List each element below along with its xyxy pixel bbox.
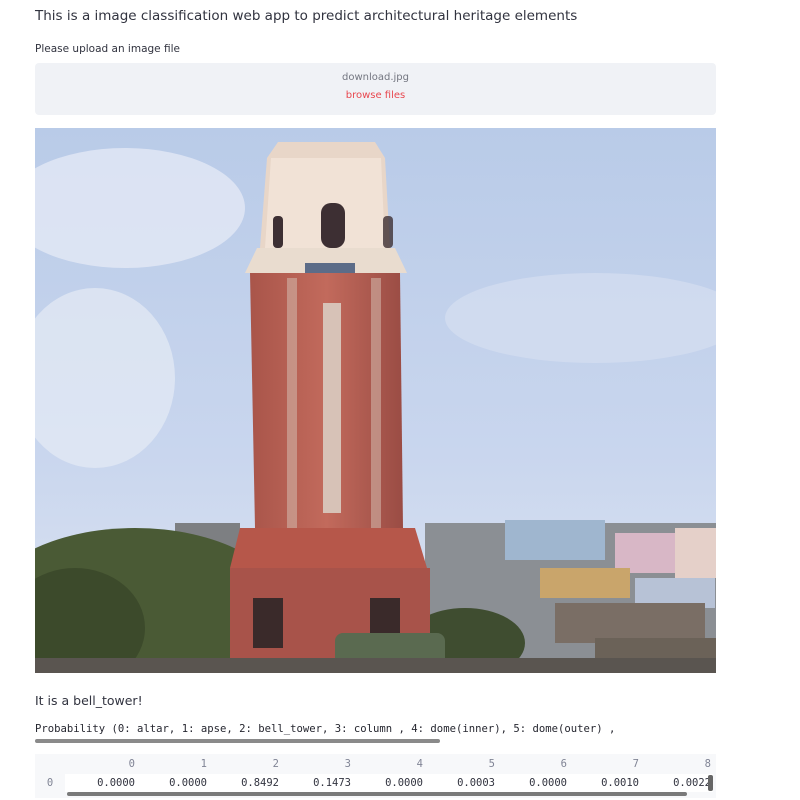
index-header — [35, 754, 65, 774]
uploaded-filename: download.jpg — [341, 72, 409, 83]
column-header: 7 — [632, 758, 639, 770]
bell-tower-photo — [35, 128, 716, 673]
browse-files-button[interactable]: browse files — [35, 90, 716, 101]
prediction-text: It is a bell_tower! — [35, 693, 143, 708]
table-cell: 0.0003 — [425, 774, 497, 792]
column-header: 0 — [128, 758, 135, 770]
table-header-row: 0 1 2 3 4 5 6 7 8 — [35, 754, 713, 774]
table-cell: 0.0000 — [353, 774, 425, 792]
column-header: 5 — [488, 758, 495, 770]
probability-table: 0 1 2 3 4 5 6 7 8 0 0.0000 0.0000 0.8492 — [35, 754, 716, 798]
table-cell: 0.0000 — [497, 774, 569, 792]
row-index: 0 — [35, 774, 65, 792]
column-header: 3 — [344, 758, 351, 770]
intro-text: This is a image classification web app t… — [35, 8, 578, 24]
table-cell: 0.0010 — [569, 774, 641, 792]
table-row: 0 0.0000 0.0000 0.8492 0.1473 0.0000 0.0… — [35, 774, 713, 792]
table-cell: 0.0022 — [641, 774, 713, 792]
uploader-label: Please upload an image file — [35, 43, 180, 55]
table-cell: 0.1473 — [281, 774, 353, 792]
table-vertical-scrollbar[interactable] — [708, 775, 713, 791]
streamlit-app: This is a image classification web app t… — [0, 0, 800, 800]
file-dropzone[interactable]: download.jpg browse files — [35, 63, 716, 115]
table-cell: 0.0000 — [65, 774, 137, 792]
uploaded-image — [35, 128, 716, 673]
column-header: 4 — [416, 758, 423, 770]
probability-label: Probability (0: altar, 1: apse, 2: bell_… — [35, 723, 616, 735]
column-header: 6 — [560, 758, 567, 770]
column-header: 8 — [704, 758, 711, 770]
probability-dataframe: 0 1 2 3 4 5 6 7 8 0 0.0000 0.0000 0.8492 — [35, 754, 713, 792]
column-header: 2 — [272, 758, 279, 770]
table-cell: 0.0000 — [137, 774, 209, 792]
probability-scrollbar[interactable] — [35, 739, 440, 743]
column-header: 1 — [200, 758, 207, 770]
table-horizontal-scrollbar[interactable] — [67, 792, 687, 796]
table-cell: 0.8492 — [209, 774, 281, 792]
